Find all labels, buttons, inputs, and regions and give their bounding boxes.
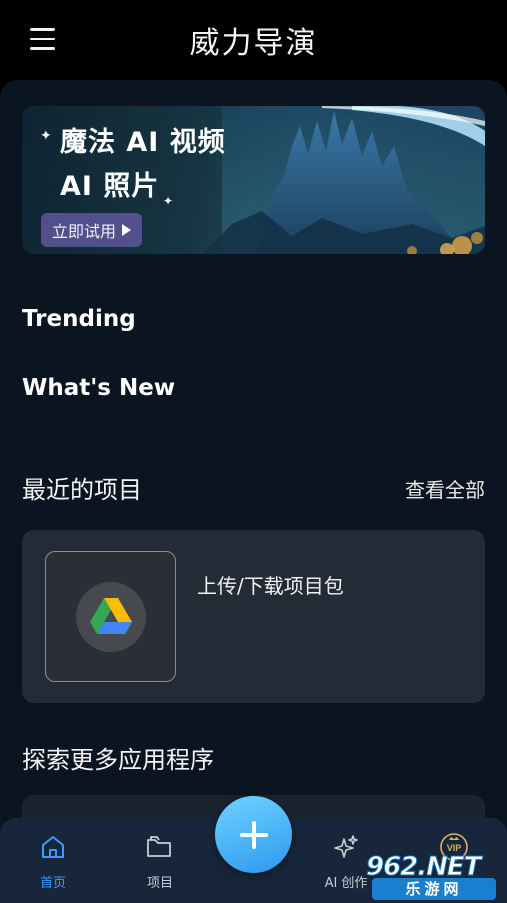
nav-projects[interactable]: 项目 xyxy=(120,832,200,891)
main-content: ✦ ✦ 魔法 AI 视频 AI 照片 立即试用 Trending What's … xyxy=(0,80,507,903)
recent-projects-title: 最近的项目 xyxy=(22,476,142,504)
banner-headline: 魔法 AI 视频 xyxy=(60,127,226,158)
nav-home[interactable]: 首页 xyxy=(13,832,93,891)
explore-apps-title: 探索更多应用程序 xyxy=(22,746,214,774)
site-watermark: 962.NET 乐游网 xyxy=(365,852,501,900)
try-now-label: 立即试用 xyxy=(52,222,117,241)
app-title: 威力导演 xyxy=(189,26,318,61)
watermark-bottom: 乐游网 xyxy=(372,878,496,900)
home-icon xyxy=(13,832,93,862)
google-drive-icon xyxy=(75,581,146,652)
project-card-label: 上传/下载项目包 xyxy=(197,574,344,598)
upload-download-project-card[interactable]: 上传/下载项目包 xyxy=(22,530,485,703)
play-icon xyxy=(122,224,132,236)
view-all-button[interactable]: 查看全部 xyxy=(405,474,485,503)
create-project-button[interactable] xyxy=(215,796,292,873)
top-bar: 威力导演 xyxy=(0,0,507,80)
plus-icon xyxy=(239,820,268,849)
folder-icon xyxy=(120,832,200,862)
sparkle-icon: ✦ xyxy=(40,128,52,144)
try-now-button[interactable]: 立即试用 xyxy=(41,213,143,247)
banner-subheadline: AI 照片 xyxy=(60,171,160,202)
promo-banner[interactable]: ✦ ✦ 魔法 AI 视频 AI 照片 立即试用 xyxy=(22,106,485,254)
whats-new-link[interactable]: What's New xyxy=(22,375,175,401)
trending-link[interactable]: Trending xyxy=(22,306,136,332)
nav-home-label: 首页 xyxy=(39,876,66,891)
nav-projects-label: 项目 xyxy=(146,876,173,891)
sparkle-icon: ✦ xyxy=(163,194,174,208)
project-thumbnail xyxy=(45,551,176,682)
